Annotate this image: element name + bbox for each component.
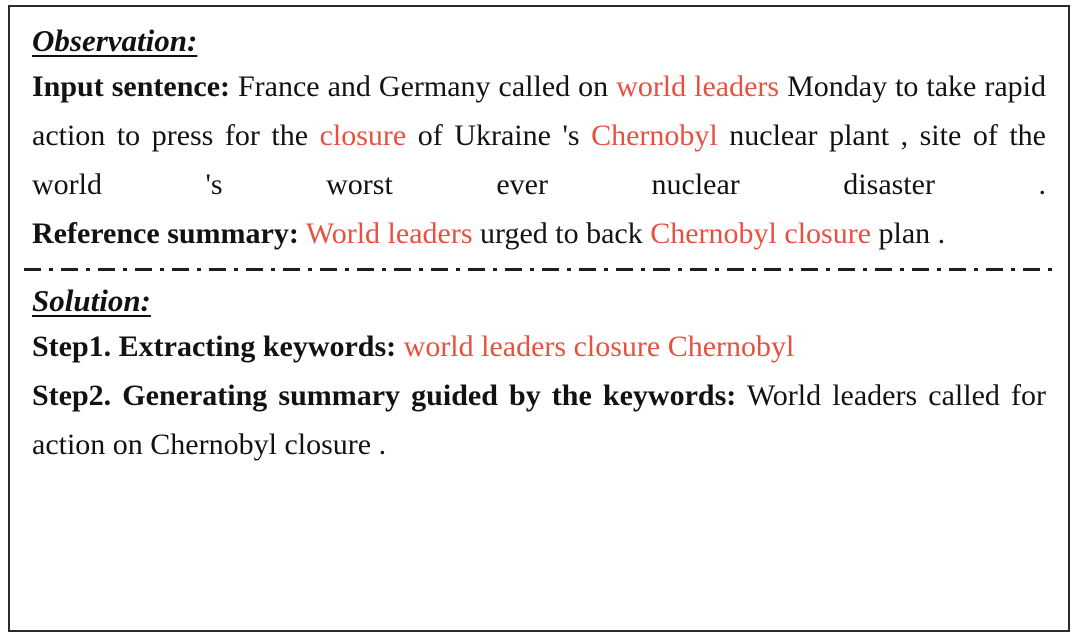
reference-summary-text: World leaders urged to back Chernobyl cl… (306, 217, 945, 250)
highlighted-keyword: closure (319, 119, 407, 152)
reference-summary-label: Reference summary: (32, 217, 299, 250)
step1-paragraph: Step1. Extracting keywords: world leader… (32, 322, 1046, 371)
text-run: France and Germany called on (238, 70, 617, 103)
observation-heading-row: Observation: (32, 25, 1046, 56)
highlighted-keyword: Chernobyl (591, 119, 718, 152)
step2-paragraph: Step2. Generating summary guided by the … (32, 371, 1046, 469)
figure-box: Observation: Input sentence: France and … (8, 5, 1070, 632)
observation-section: Observation: Input sentence: France and … (10, 7, 1068, 258)
solution-heading-text: Solution: (32, 283, 151, 318)
text-run: urged to back (472, 217, 651, 250)
input-sentence-label: Input sentence: (32, 70, 230, 103)
solution-section: Solution: Step1. Extracting keywords: wo… (10, 271, 1068, 469)
solution-heading: Solution: (32, 283, 151, 318)
input-sentence-paragraph: Input sentence: France and Germany calle… (32, 62, 1046, 209)
reference-summary-paragraph: Reference summary: World leaders urged t… (32, 209, 1046, 258)
highlighted-keyword: Chernobyl closure (650, 217, 872, 250)
solution-heading-row: Solution: (32, 285, 1046, 316)
highlighted-keyword: world leaders (616, 70, 780, 103)
step1-label: Step1. Extracting keywords: (32, 330, 397, 363)
step2-label: Step2. Generating summary guided by the … (32, 379, 737, 412)
text-run: of Ukraine 's (406, 119, 592, 152)
step1-keywords: world leaders closure Chernobyl (403, 330, 795, 363)
text-run: plan . (871, 217, 946, 250)
observation-heading-text: Observation: (32, 23, 198, 58)
observation-heading: Observation: (32, 23, 197, 58)
section-divider-wrap (10, 258, 1068, 271)
highlighted-keyword: World leaders (305, 217, 473, 250)
